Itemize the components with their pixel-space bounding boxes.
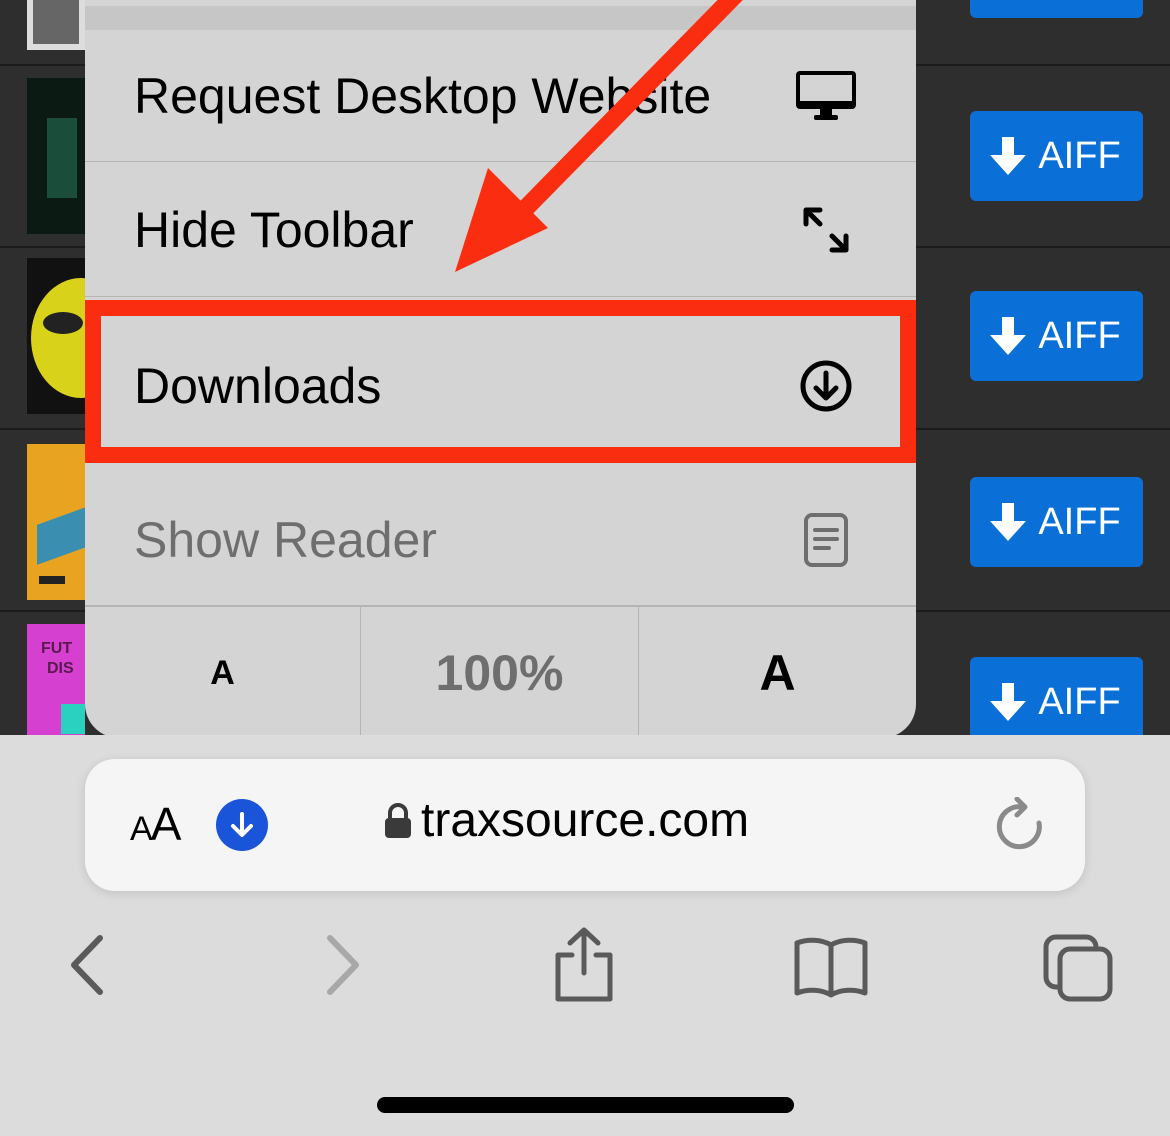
tabs-icon[interactable] <box>1042 933 1114 1008</box>
aa-large-letter: A <box>150 798 182 850</box>
reader-icon <box>791 512 861 568</box>
menu-item-show-reader[interactable]: Show Reader <box>85 474 916 606</box>
page-settings-button[interactable]: AA <box>130 797 182 851</box>
url-display[interactable]: traxsource.com <box>383 793 749 848</box>
aa-small-letter: A <box>130 810 153 848</box>
aiff-label: AIFF <box>1038 500 1121 543</box>
arrow-down-icon <box>990 317 1027 355</box>
back-icon[interactable] <box>66 930 110 1005</box>
album-thumbnail: FUT DIS <box>27 624 85 735</box>
aiff-label: AIFF <box>1038 680 1121 723</box>
decrease-font-button[interactable]: A <box>85 607 360 738</box>
highlight-box <box>85 300 916 463</box>
reload-icon[interactable] <box>993 796 1047 862</box>
aiff-download-button[interactable]: AIFF <box>970 477 1143 567</box>
album-thumbnail <box>27 444 85 600</box>
menu-item-label: Show Reader <box>134 511 437 568</box>
zoom-level[interactable]: 100% <box>360 607 638 738</box>
share-icon[interactable] <box>552 927 616 1008</box>
arrow-down-icon <box>990 683 1027 721</box>
aiff-download-button[interactable]: AIFF <box>970 657 1143 747</box>
home-indicator <box>377 1097 794 1113</box>
address-bar[interactable]: AA traxsource.com <box>85 759 1085 891</box>
annotation-arrow <box>455 0 743 272</box>
aiff-download-button[interactable]: AIFF <box>970 291 1143 381</box>
aiff-label: AIFF <box>1038 314 1121 357</box>
font-size-controls: A 100% A <box>85 606 916 738</box>
lock-icon <box>385 802 411 838</box>
arrow-down-icon <box>990 503 1027 541</box>
forward-icon[interactable] <box>320 930 364 1005</box>
download-progress-icon[interactable] <box>216 799 268 851</box>
browser-bottom-bar: AA traxsource.com <box>0 735 1170 1136</box>
url-text: traxsource.com <box>421 794 750 847</box>
bookmarks-icon[interactable] <box>793 935 869 1004</box>
increase-font-button[interactable]: A <box>638 607 916 738</box>
